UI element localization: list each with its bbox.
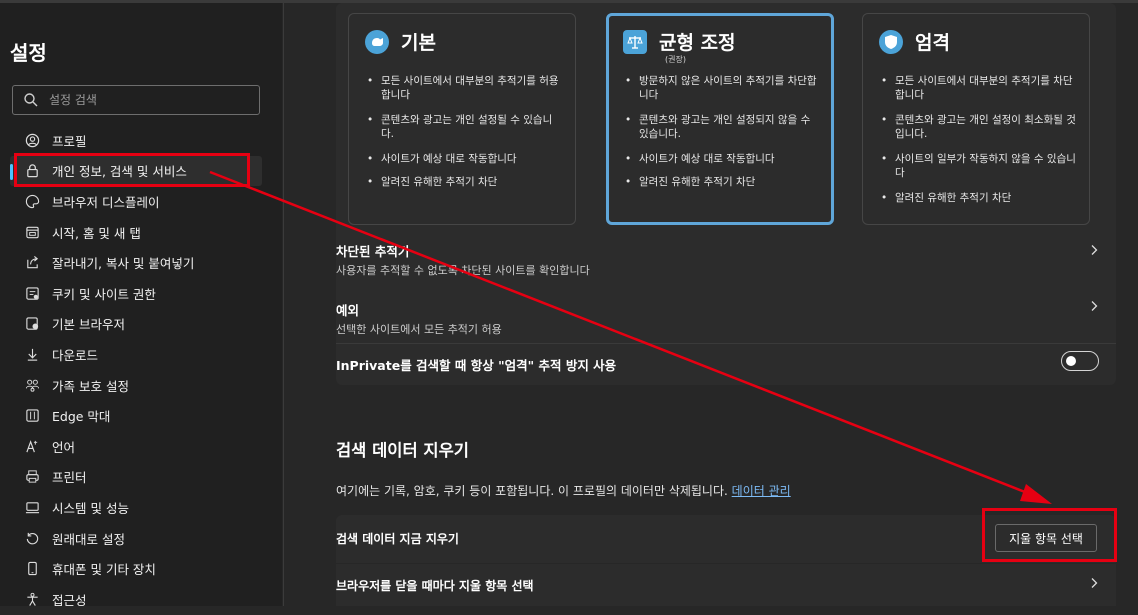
sidebar-item-label: 기본 브라우저 bbox=[52, 317, 125, 333]
sidebar-item-edge-bar[interactable]: Edge 막대 bbox=[0, 400, 282, 431]
sidebar-item-printers[interactable]: 프린터 bbox=[0, 462, 282, 493]
clear-on-close-label[interactable]: 브라우저를 닫을 때마다 지울 항목 선택 bbox=[336, 577, 534, 594]
sidebar-item-label: 가족 보호 설정 bbox=[52, 378, 129, 394]
sidebar-item-label: 프린터 bbox=[52, 470, 87, 486]
share-icon bbox=[24, 255, 40, 271]
card-bullet: 콘텐츠와 광고는 개인 설정이 최소화될 것입니다. bbox=[879, 113, 1079, 141]
tracking-card-balanced[interactable]: 균형 조정 (권장) 방문하지 않은 사이트의 추적기를 차단합니다 콘텐츠와 … bbox=[606, 13, 834, 225]
basic-tracking-icon bbox=[365, 29, 389, 54]
settings-sidebar: 설정 프로필 개인 정보, 검색 및 서비스 브라우저 디스플레이 시작, 홈 … bbox=[0, 3, 282, 608]
phone-icon bbox=[24, 561, 40, 577]
manage-data-link[interactable]: 데이터 관리 bbox=[732, 484, 791, 498]
settings-search-box[interactable] bbox=[12, 85, 260, 115]
sidebar-item-reset[interactable]: 원래대로 설정 bbox=[0, 523, 282, 554]
annotation-highlight-button bbox=[982, 508, 1117, 562]
settings-search-input[interactable] bbox=[49, 89, 249, 111]
sidebar-item-label: 쿠키 및 사이트 권한 bbox=[52, 286, 156, 302]
card-bullet: 콘텐츠와 광고는 개인 설정되지 않을 수 있습니다. bbox=[623, 113, 823, 141]
appearance-icon bbox=[24, 193, 40, 209]
card-header: 균형 조정 bbox=[623, 28, 736, 55]
sidebar-item-downloads[interactable]: 다운로드 bbox=[0, 339, 282, 370]
tracking-card-basic[interactable]: 기본 모든 사이트에서 대부분의 추적기를 허용합니다 콘텐츠와 광고는 개인 … bbox=[348, 13, 576, 225]
sidebar-item-languages[interactable]: 언어 bbox=[0, 431, 282, 462]
family-icon bbox=[24, 377, 40, 393]
sidebar-item-label: Edge 막대 bbox=[52, 409, 111, 425]
sidebar-item-start-home[interactable]: 시작, 홈 및 새 탭 bbox=[0, 217, 282, 248]
sidebar-item-label: 시스템 및 성능 bbox=[52, 500, 129, 516]
printer-icon bbox=[24, 469, 40, 485]
card-title: 엄격 bbox=[915, 32, 950, 54]
profile-icon bbox=[24, 132, 40, 148]
settings-title: 설정 bbox=[10, 41, 47, 65]
row-divider bbox=[336, 343, 1116, 344]
recommended-label: (권장) bbox=[665, 55, 686, 64]
sidebar-item-appearance[interactable]: 브라우저 디스플레이 bbox=[0, 186, 282, 217]
card-bullet: 모든 사이트에서 대부분의 추적기를 차단합니다 bbox=[879, 74, 1079, 102]
exceptions-title[interactable]: 예외 bbox=[336, 300, 359, 319]
sidebar-item-family[interactable]: 가족 보호 설정 bbox=[0, 370, 282, 401]
card-title: 기본 bbox=[401, 32, 436, 54]
cookie-icon bbox=[24, 285, 40, 301]
inprivate-strict-label: InPrivate를 검색할 때 항상 "엄격" 추적 방지 사용 bbox=[336, 358, 617, 373]
sidebar-item-label: 원래대로 설정 bbox=[52, 531, 125, 547]
strict-shield-icon bbox=[879, 29, 903, 54]
chevron-right-icon[interactable] bbox=[1088, 577, 1100, 589]
chevron-right-icon[interactable] bbox=[1088, 244, 1100, 256]
sidebar-item-default-browser[interactable]: 기본 브라우저 bbox=[0, 309, 282, 340]
blocked-trackers-desc: 사용자를 추적할 수 없도록 차단된 사이트를 확인합니다 bbox=[336, 264, 590, 277]
card-header: 엄격 bbox=[879, 28, 950, 55]
inprivate-strict-toggle[interactable] bbox=[1061, 351, 1099, 371]
card-title: 균형 조정 bbox=[659, 32, 736, 54]
sidebar-nav: 프로필 개인 정보, 검색 및 서비스 브라우저 디스플레이 시작, 홈 및 새… bbox=[0, 125, 282, 615]
sidebar-item-label: 프로필 bbox=[52, 133, 87, 149]
sidebar-item-accessibility[interactable]: 접근성 bbox=[0, 584, 282, 615]
sidebar-item-profile[interactable]: 프로필 bbox=[0, 125, 282, 156]
balanced-scale-icon bbox=[623, 29, 647, 54]
sidebar-item-system[interactable]: 시스템 및 성능 bbox=[0, 492, 282, 523]
card-bullet: 알려진 유해한 추적기 차단 bbox=[365, 175, 565, 189]
system-icon bbox=[24, 499, 40, 515]
language-icon bbox=[24, 438, 40, 454]
sidebar-item-label: 휴대폰 및 기타 장치 bbox=[52, 562, 156, 578]
card-bullet: 방문하지 않은 사이트의 추적기를 차단합니다 bbox=[623, 74, 823, 102]
clear-data-description: 여기에는 기록, 암호, 쿠키 등이 포함됩니다. 이 프로필의 데이터만 삭제… bbox=[336, 482, 791, 499]
sidebar-item-label: 잘라내기, 복사 및 붙여넣기 bbox=[52, 256, 195, 272]
card-bullet: 모든 사이트에서 대부분의 추적기를 허용합니다 bbox=[365, 74, 565, 102]
sidebar-item-label: 다운로드 bbox=[52, 347, 99, 363]
card-bullet: 사이트가 예상 대로 작동합니다 bbox=[365, 152, 565, 166]
sidebar-item-label: 시작, 홈 및 새 탭 bbox=[52, 225, 141, 241]
card-bullet: 사이트가 예상 대로 작동합니다 bbox=[623, 152, 823, 166]
edge-bar-icon bbox=[24, 408, 40, 424]
search-icon bbox=[24, 93, 38, 107]
clear-data-heading: 검색 데이터 지우기 bbox=[336, 441, 469, 460]
accessibility-icon bbox=[24, 591, 40, 607]
toggle-knob bbox=[1066, 356, 1076, 366]
exceptions-desc: 선택한 사이트에서 모든 추적기 허용 bbox=[336, 323, 502, 336]
card-bullet: 알려진 유해한 추적기 차단 bbox=[879, 191, 1079, 205]
sidebar-item-label: 언어 bbox=[52, 439, 76, 455]
tracking-card-strict[interactable]: 엄격 모든 사이트에서 대부분의 추적기를 차단합니다 콘텐츠와 광고는 개인 … bbox=[862, 13, 1090, 225]
download-icon bbox=[24, 346, 40, 362]
card-bullet: 콘텐츠와 광고는 개인 설정될 수 있습니다. bbox=[365, 113, 565, 141]
clear-now-label: 검색 데이터 지금 지우기 bbox=[336, 532, 459, 546]
reset-icon bbox=[24, 530, 40, 546]
sidebar-item-phone[interactable]: 휴대폰 및 기타 장치 bbox=[0, 553, 282, 584]
blocked-trackers-title[interactable]: 차단된 추적기 bbox=[336, 241, 409, 260]
start-page-icon bbox=[24, 224, 40, 240]
default-browser-icon bbox=[24, 316, 40, 332]
chevron-right-icon[interactable] bbox=[1088, 300, 1100, 312]
card-bullet: 알려진 유해한 추적기 차단 bbox=[623, 175, 823, 189]
sidebar-item-cookies[interactable]: 쿠키 및 사이트 권한 bbox=[0, 278, 282, 309]
annotation-highlight-privacy bbox=[14, 153, 250, 187]
clear-data-desc-text: 여기에는 기록, 암호, 쿠키 등이 포함됩니다. 이 프로필의 데이터만 삭제… bbox=[336, 484, 728, 498]
card-bullet: 사이트의 일부가 작동하지 않을 수 있습니다 bbox=[879, 152, 1079, 180]
sidebar-item-label: 브라우저 디스플레이 bbox=[52, 194, 160, 210]
sidebar-item-copy-paste[interactable]: 잘라내기, 복사 및 붙여넣기 bbox=[0, 247, 282, 278]
card-header: 기본 bbox=[365, 28, 436, 55]
